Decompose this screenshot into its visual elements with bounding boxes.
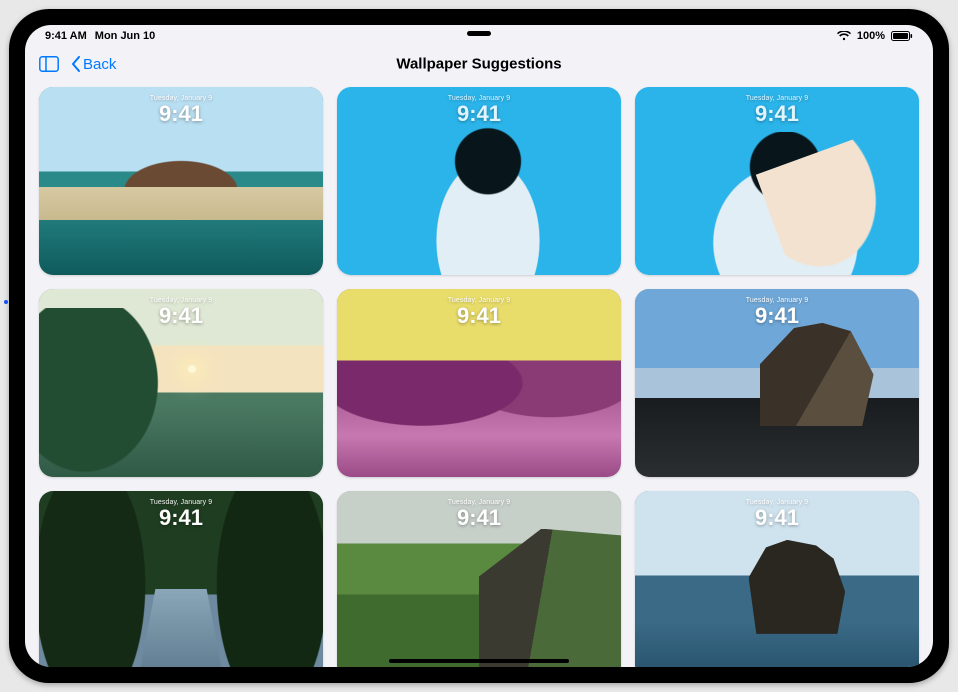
front-camera xyxy=(467,31,491,36)
wallpaper-tile[interactable]: Tuesday, January 9 9:41 xyxy=(635,491,919,667)
lockscreen-preview-clock: Tuesday, January 9 9:41 xyxy=(746,297,809,327)
wallpaper-grid: Tuesday, January 9 9:41 Tuesday, January… xyxy=(25,81,933,667)
lockscreen-preview-clock: Tuesday, January 9 9:41 xyxy=(746,499,809,529)
wifi-icon xyxy=(837,31,851,41)
wallpaper-tile[interactable]: Tuesday, January 9 9:41 xyxy=(39,491,323,667)
screen: 9:41 AM Mon Jun 10 100% xyxy=(25,25,933,667)
battery-percent: 100% xyxy=(857,30,885,42)
lockscreen-preview-clock: Tuesday, January 9 9:41 xyxy=(448,297,511,327)
lockscreen-preview-clock: Tuesday, January 9 9:41 xyxy=(150,499,213,529)
status-date: Mon Jun 10 xyxy=(95,30,156,42)
nav-bar: Back Wallpaper Suggestions xyxy=(25,47,933,81)
wallpaper-tile[interactable]: Tuesday, January 9 9:41 xyxy=(337,289,621,477)
status-bar: 9:41 AM Mon Jun 10 100% xyxy=(25,25,933,47)
page-title: Wallpaper Suggestions xyxy=(396,56,561,73)
chevron-left-icon xyxy=(71,56,81,72)
wallpaper-tile[interactable]: Tuesday, January 9 9:41 xyxy=(39,87,323,275)
ipad-frame: 9:41 AM Mon Jun 10 100% xyxy=(9,9,949,683)
annotation-dot xyxy=(4,300,8,304)
status-time: 9:41 AM xyxy=(45,30,87,42)
wallpaper-tile[interactable]: Tuesday, January 9 9:41 xyxy=(337,491,621,667)
lockscreen-preview-clock: Tuesday, January 9 9:41 xyxy=(746,95,809,125)
home-indicator[interactable] xyxy=(389,659,569,663)
lockscreen-preview-clock: Tuesday, January 9 9:41 xyxy=(448,499,511,529)
sidebar-toggle-button[interactable] xyxy=(39,56,59,72)
wallpaper-tile[interactable]: Tuesday, January 9 9:41 xyxy=(39,289,323,477)
lockscreen-preview-clock: Tuesday, January 9 9:41 xyxy=(448,95,511,125)
back-label: Back xyxy=(83,56,116,73)
battery-icon xyxy=(891,31,913,41)
wallpaper-tile[interactable]: Tuesday, January 9 9:41 xyxy=(635,289,919,477)
lockscreen-preview-clock: Tuesday, January 9 9:41 xyxy=(150,95,213,125)
wallpaper-tile[interactable]: Tuesday, January 9 9:41 xyxy=(635,87,919,275)
lockscreen-preview-clock: Tuesday, January 9 9:41 xyxy=(150,297,213,327)
back-button[interactable]: Back xyxy=(71,56,116,73)
wallpaper-tile[interactable]: Tuesday, January 9 9:41 xyxy=(337,87,621,275)
